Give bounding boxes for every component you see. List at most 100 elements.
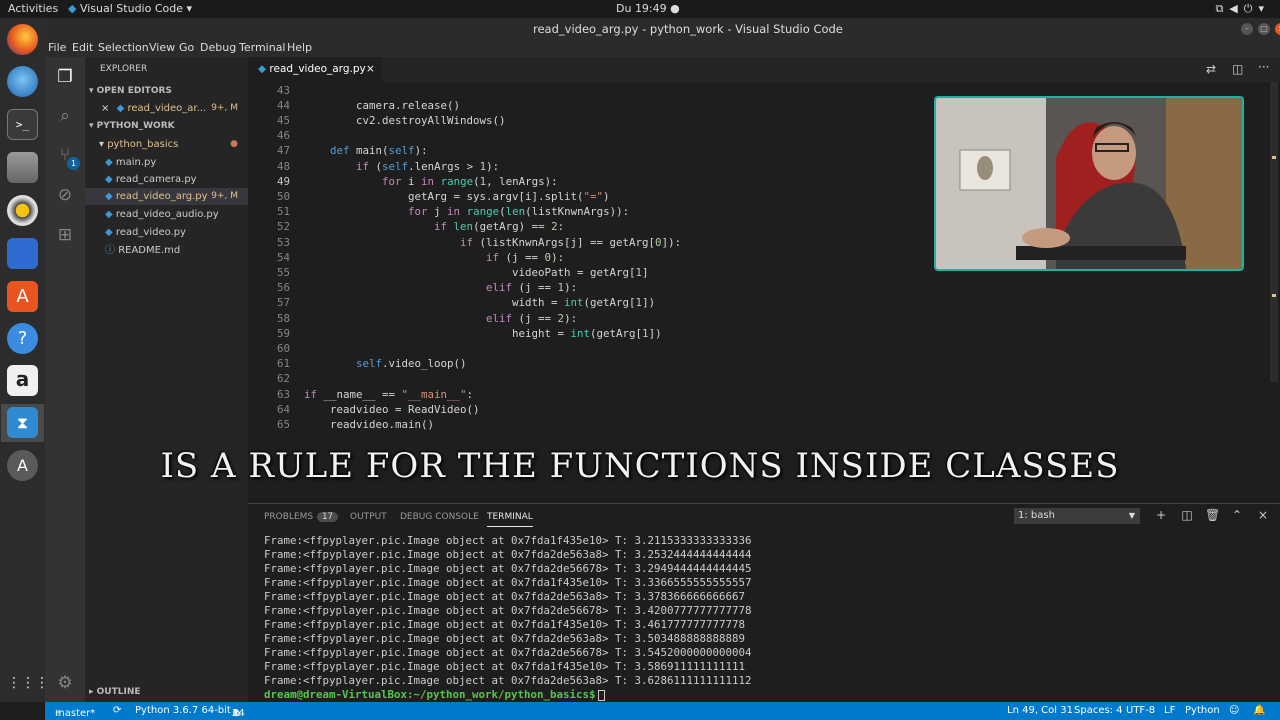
- code-line[interactable]: readvideo = ReadVideo(): [304, 402, 480, 417]
- open-changes-icon[interactable]: ⇄: [1206, 62, 1216, 76]
- file-label: read_camera.py: [115, 174, 197, 185]
- code-line[interactable]: def main(self):: [304, 143, 428, 158]
- explorer-icon[interactable]: ❐: [55, 67, 75, 87]
- activities-button[interactable]: Activities: [8, 2, 58, 15]
- code-line[interactable]: if len(getArg) == 2:: [304, 219, 564, 234]
- menu-terminal[interactable]: Terminal: [239, 41, 286, 54]
- debug-icon[interactable]: ⊘: [55, 185, 75, 205]
- code-line[interactable]: self.video_loop(): [304, 356, 467, 371]
- software-center-icon[interactable]: A: [7, 281, 38, 312]
- files-icon[interactable]: [7, 152, 38, 183]
- tab-read-video-arg[interactable]: ◆ read_video_arg.py ×: [248, 57, 382, 82]
- file-item[interactable]: ◆ read_camera.py: [85, 171, 248, 188]
- close-panel-icon[interactable]: ×: [1256, 508, 1270, 522]
- writer-icon[interactable]: [7, 238, 38, 269]
- split-terminal-icon[interactable]: ◫: [1180, 508, 1194, 522]
- menu-file[interactable]: File: [48, 41, 66, 54]
- code-line[interactable]: if (listKnwnArgs[j] == getArg[0]):: [304, 235, 681, 250]
- rhythmbox-icon[interactable]: [7, 195, 38, 226]
- file-label: read_video_audio.py: [115, 209, 219, 220]
- info-file-icon: ⓘ: [105, 245, 119, 256]
- menu-help[interactable]: Help: [287, 41, 312, 54]
- chevron-down-icon: ▾: [89, 121, 97, 131]
- terminal-select[interactable]: 1: bash ▼: [1014, 508, 1140, 524]
- python-interpreter[interactable]: Python 3.6.7 64-bit: [135, 705, 231, 716]
- notifications-icon[interactable]: 🔔: [1253, 705, 1265, 716]
- clock[interactable]: Du 19:49 ●: [616, 2, 680, 15]
- folder-python-work[interactable]: ▾ PYTHON_WORK: [85, 118, 248, 135]
- open-editor-filename: read_video_ar...: [127, 103, 207, 114]
- chevron-right-icon: ▸: [89, 687, 97, 697]
- line-number: 51: [276, 205, 290, 219]
- close-window-icon[interactable]: ×: [1275, 23, 1280, 35]
- terminal-output[interactable]: Frame:<ffpyplayer.pic.Image object at 0x…: [264, 534, 752, 702]
- kill-terminal-icon[interactable]: 🗑: [1205, 508, 1220, 522]
- terminal-icon[interactable]: >_: [7, 109, 38, 140]
- extensions-icon[interactable]: ⊞: [55, 225, 75, 245]
- encoding[interactable]: UTF-8: [1126, 705, 1155, 716]
- help-icon[interactable]: ?: [7, 323, 38, 354]
- code-line[interactable]: elif (j == 1):: [304, 280, 577, 295]
- new-terminal-icon[interactable]: +: [1154, 508, 1168, 522]
- code-line[interactable]: if (j == 0):: [304, 250, 564, 265]
- tab-output[interactable]: OUTPUT: [350, 512, 387, 522]
- firefox-icon[interactable]: [7, 24, 38, 55]
- feedback-icon[interactable]: ☺: [1229, 705, 1239, 716]
- code-line[interactable]: camera.release(): [304, 98, 460, 113]
- code-line[interactable]: getArg = sys.argv[i].split("="): [304, 189, 610, 204]
- code-line[interactable]: videoPath = getArg[1]: [304, 265, 649, 280]
- menu-selection[interactable]: Selection: [98, 41, 149, 54]
- terminal-prompt-line[interactable]: dream@dream-VirtualBox:~/python_work/pyt…: [264, 688, 752, 702]
- file-item[interactable]: ◆ read_video.py: [85, 224, 248, 241]
- search-icon[interactable]: ⌕: [55, 106, 75, 126]
- open-editors-label: OPEN EDITORS: [96, 86, 172, 96]
- code-line[interactable]: width = int(getArg[1]): [304, 295, 655, 310]
- explorer-title: EXPLORER: [100, 64, 148, 74]
- file-item-active[interactable]: ◆ read_video_arg.py 9+, M: [85, 188, 248, 205]
- tab-problems[interactable]: PROBLEMS 17: [264, 512, 338, 522]
- indentation[interactable]: Spaces: 4: [1074, 705, 1123, 716]
- close-tab-icon[interactable]: ×: [366, 57, 375, 82]
- folder-python-basics[interactable]: ▾ python_basics ●: [85, 136, 248, 153]
- cursor-position[interactable]: Ln 49, Col 31: [1007, 705, 1073, 716]
- tab-debug-console[interactable]: DEBUG CONSOLE: [400, 512, 479, 522]
- vscode-dock-icon[interactable]: ⧗: [7, 407, 38, 438]
- open-editors-section[interactable]: ▾ OPEN EDITORS: [85, 83, 248, 100]
- open-editor-status: 9+, M: [211, 103, 238, 113]
- language-mode[interactable]: Python: [1185, 705, 1220, 716]
- menu-go[interactable]: Go: [179, 41, 194, 54]
- minimize-icon[interactable]: –: [1241, 23, 1253, 35]
- maximize-panel-icon[interactable]: ⌃: [1230, 508, 1244, 522]
- tab-terminal[interactable]: TERMINAL: [487, 512, 533, 527]
- app-menu[interactable]: ◆ Visual Studio Code ▾: [68, 2, 192, 15]
- more-actions-icon[interactable]: ···: [1258, 60, 1269, 74]
- file-item[interactable]: ◆ main.py: [85, 154, 248, 171]
- maximize-icon[interactable]: □: [1258, 23, 1270, 35]
- system-tray[interactable]: ⧉◀⏻▾: [1215, 2, 1270, 16]
- file-item[interactable]: ⓘ README.md: [85, 242, 248, 259]
- code-line[interactable]: height = int(getArg[1]): [304, 326, 662, 341]
- editor-scrollbar[interactable]: [1270, 82, 1278, 502]
- code-line[interactable]: if __name__ == "__main__":: [304, 387, 473, 402]
- code-line[interactable]: elif (j == 2):: [304, 311, 577, 326]
- code-line[interactable]: for j in range(len(listKnwnArgs)):: [304, 204, 629, 219]
- sync-icon[interactable]: ⟳: [113, 705, 121, 716]
- code-line[interactable]: cv2.destroyAllWindows(): [304, 113, 506, 128]
- settings-gear-icon[interactable]: ⚙: [55, 673, 75, 693]
- outline-section[interactable]: ▸ OUTLINE: [85, 684, 248, 701]
- code-line[interactable]: for i in range(1, lenArgs):: [304, 174, 558, 189]
- menu-debug[interactable]: Debug: [200, 41, 236, 54]
- code-line[interactable]: readvideo.main(): [304, 417, 434, 432]
- menu-view[interactable]: View: [149, 41, 175, 54]
- open-editor-item[interactable]: × ◆ read_video_ar... 9+, M: [85, 100, 248, 117]
- terminal-prompt: dream@dream-VirtualBox:~/python_work/pyt…: [264, 688, 596, 701]
- file-item[interactable]: ◆ read_video_audio.py: [85, 206, 248, 223]
- menu-edit[interactable]: Edit: [72, 41, 93, 54]
- line-ending[interactable]: LF: [1164, 705, 1175, 716]
- code-line[interactable]: if (self.lenArgs > 1):: [304, 159, 499, 174]
- split-editor-icon[interactable]: ◫: [1232, 62, 1243, 76]
- thunderbird-icon[interactable]: [7, 66, 38, 97]
- show-apps-icon[interactable]: ⋮⋮⋮: [7, 668, 49, 699]
- amazon-icon[interactable]: a: [7, 365, 38, 396]
- close-editor-icon[interactable]: ×: [101, 103, 109, 114]
